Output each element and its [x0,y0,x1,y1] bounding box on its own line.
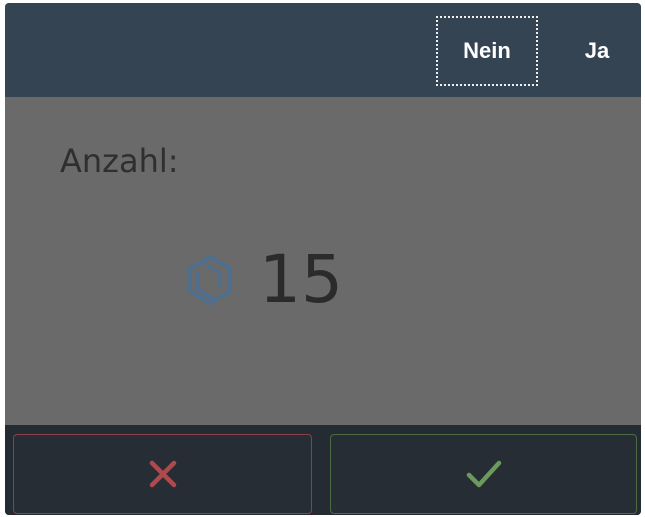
checkmark-icon [466,460,501,488]
quantity-value: 15 [259,241,343,318]
yes-button-label: Ja [584,38,610,63]
dialog-header: Nein Ja [5,3,641,97]
package-box-icon [188,255,232,305]
quantity-display: 15 [183,247,343,313]
dialog-footer [5,425,641,515]
quantity-label: Anzahl: [60,142,179,180]
yes-button[interactable]: Ja [557,16,637,86]
cancel-button[interactable] [13,434,312,514]
confirm-dialog: Nein Ja Anzahl: 15 [5,3,641,515]
dialog-content: Anzahl: 15 [5,97,641,425]
confirm-button[interactable] [330,434,637,514]
no-button[interactable]: Nein [436,16,538,86]
close-icon [149,460,176,488]
no-button-label: Nein [463,38,511,63]
